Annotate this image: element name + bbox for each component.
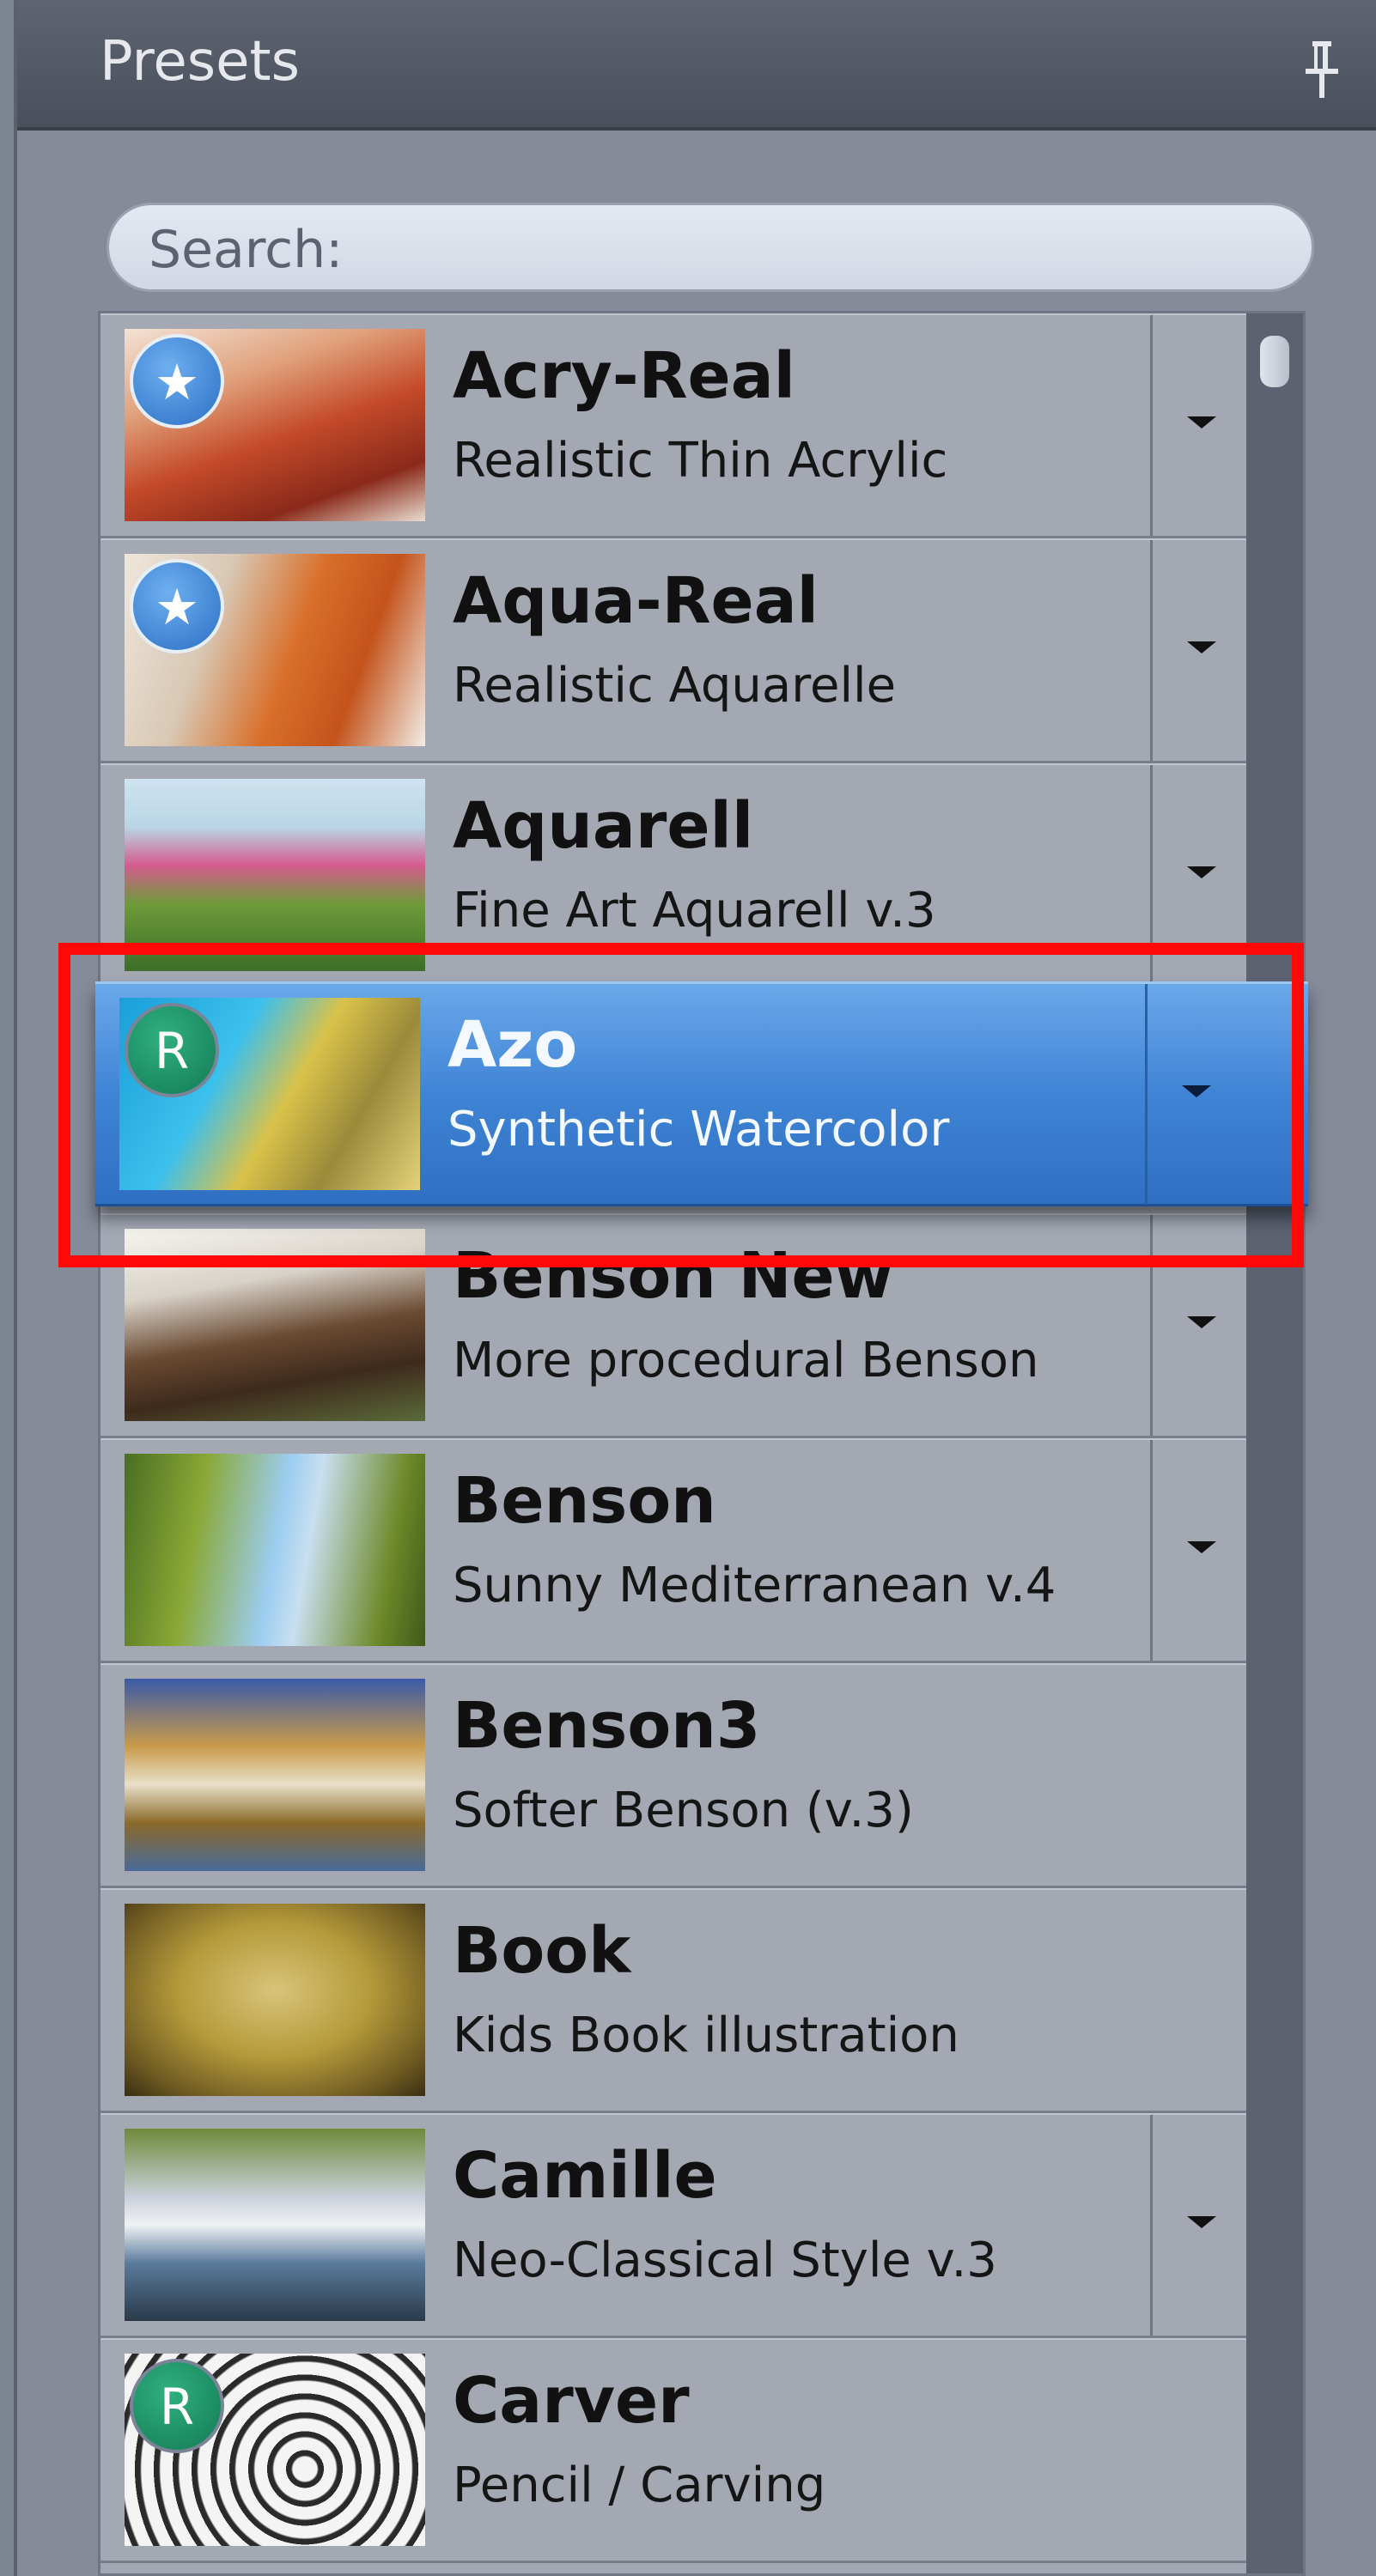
preset-row-benson[interactable]: Benson Sunny Mediterranean v.4 [100, 1438, 1303, 1663]
preset-dropdown-button[interactable] [1150, 540, 1246, 761]
preset-name: Carver [453, 2364, 690, 2438]
preset-name: Benson3 [453, 1689, 761, 1763]
preset-thumbnail [125, 1679, 425, 1871]
preset-dropdown-button[interactable] [1150, 1440, 1246, 1661]
preset-thumbnail: ★ [125, 329, 425, 521]
preset-name: Aquarell [453, 789, 754, 863]
selection-highlight-box [58, 943, 1304, 1267]
preset-name: Aqua-Real [453, 564, 819, 638]
preset-row-benson3[interactable]: Benson3 Softer Benson (v.3) [100, 1663, 1303, 1888]
preset-description: Neo-Classical Style v.3 [453, 2233, 997, 2288]
preset-row-aqua-real[interactable]: ★ Aqua-Real Realistic Aquarelle [100, 538, 1303, 763]
star-badge-icon: ★ [130, 559, 224, 653]
preset-name: Acry-Real [453, 339, 796, 413]
preset-thumbnail: ★ [125, 554, 425, 746]
preset-dropdown-button[interactable] [1150, 2115, 1246, 2336]
preset-name: Benson [453, 1464, 716, 1538]
preset-description: Realistic Aquarelle [453, 658, 897, 714]
search-placeholder: Search: [149, 220, 344, 280]
preset-name: Camille [453, 2139, 717, 2213]
search-input[interactable]: Search: [107, 203, 1314, 292]
r-badge-icon: R [130, 2359, 224, 2453]
preset-row-carver[interactable]: R Carver Pencil / Carving [100, 2338, 1303, 2563]
chevron-down-icon [1187, 416, 1216, 428]
chevron-down-icon [1187, 1316, 1216, 1328]
scrollbar-thumb[interactable] [1260, 336, 1289, 387]
star-badge-icon: ★ [130, 334, 224, 428]
preset-row-acry-real[interactable]: ★ Acry-Real Realistic Thin Acrylic [100, 313, 1303, 538]
preset-thumbnail [125, 1454, 425, 1646]
preset-name: Book [453, 1914, 631, 1988]
preset-row-camille[interactable]: Camille Neo-Classical Style v.3 [100, 2113, 1303, 2338]
preset-description: Softer Benson (v.3) [453, 1783, 914, 1838]
chevron-down-icon [1187, 641, 1216, 653]
preset-description: More procedural Benson [453, 1333, 1039, 1388]
chevron-down-icon [1187, 2216, 1216, 2228]
preset-row-book[interactable]: Book Kids Book illustration [100, 1888, 1303, 2113]
panel-titlebar: Presets [17, 0, 1376, 131]
preset-thumbnail [125, 1904, 425, 2096]
preset-description: Realistic Thin Acrylic [453, 433, 948, 489]
chevron-down-icon [1187, 866, 1216, 878]
presets-list: ★ Acry-Real Realistic Thin Acrylic ★ Aqu… [95, 311, 1308, 2576]
pin-icon[interactable] [1300, 41, 1343, 98]
preset-description: Sunny Mediterranean v.4 [453, 1558, 1056, 1613]
preset-description: Kids Book illustration [453, 2008, 959, 2063]
preset-description: Fine Art Aquarell v.3 [453, 883, 936, 939]
chevron-down-icon [1187, 1541, 1216, 1553]
preset-thumbnail: R [125, 2354, 425, 2546]
panel-title: Presets [100, 30, 300, 94]
preset-dropdown-button[interactable] [1150, 315, 1246, 536]
preset-thumbnail [125, 2129, 425, 2321]
preset-description: Pencil / Carving [453, 2458, 826, 2513]
list-scrollbar[interactable] [1246, 313, 1303, 2573]
